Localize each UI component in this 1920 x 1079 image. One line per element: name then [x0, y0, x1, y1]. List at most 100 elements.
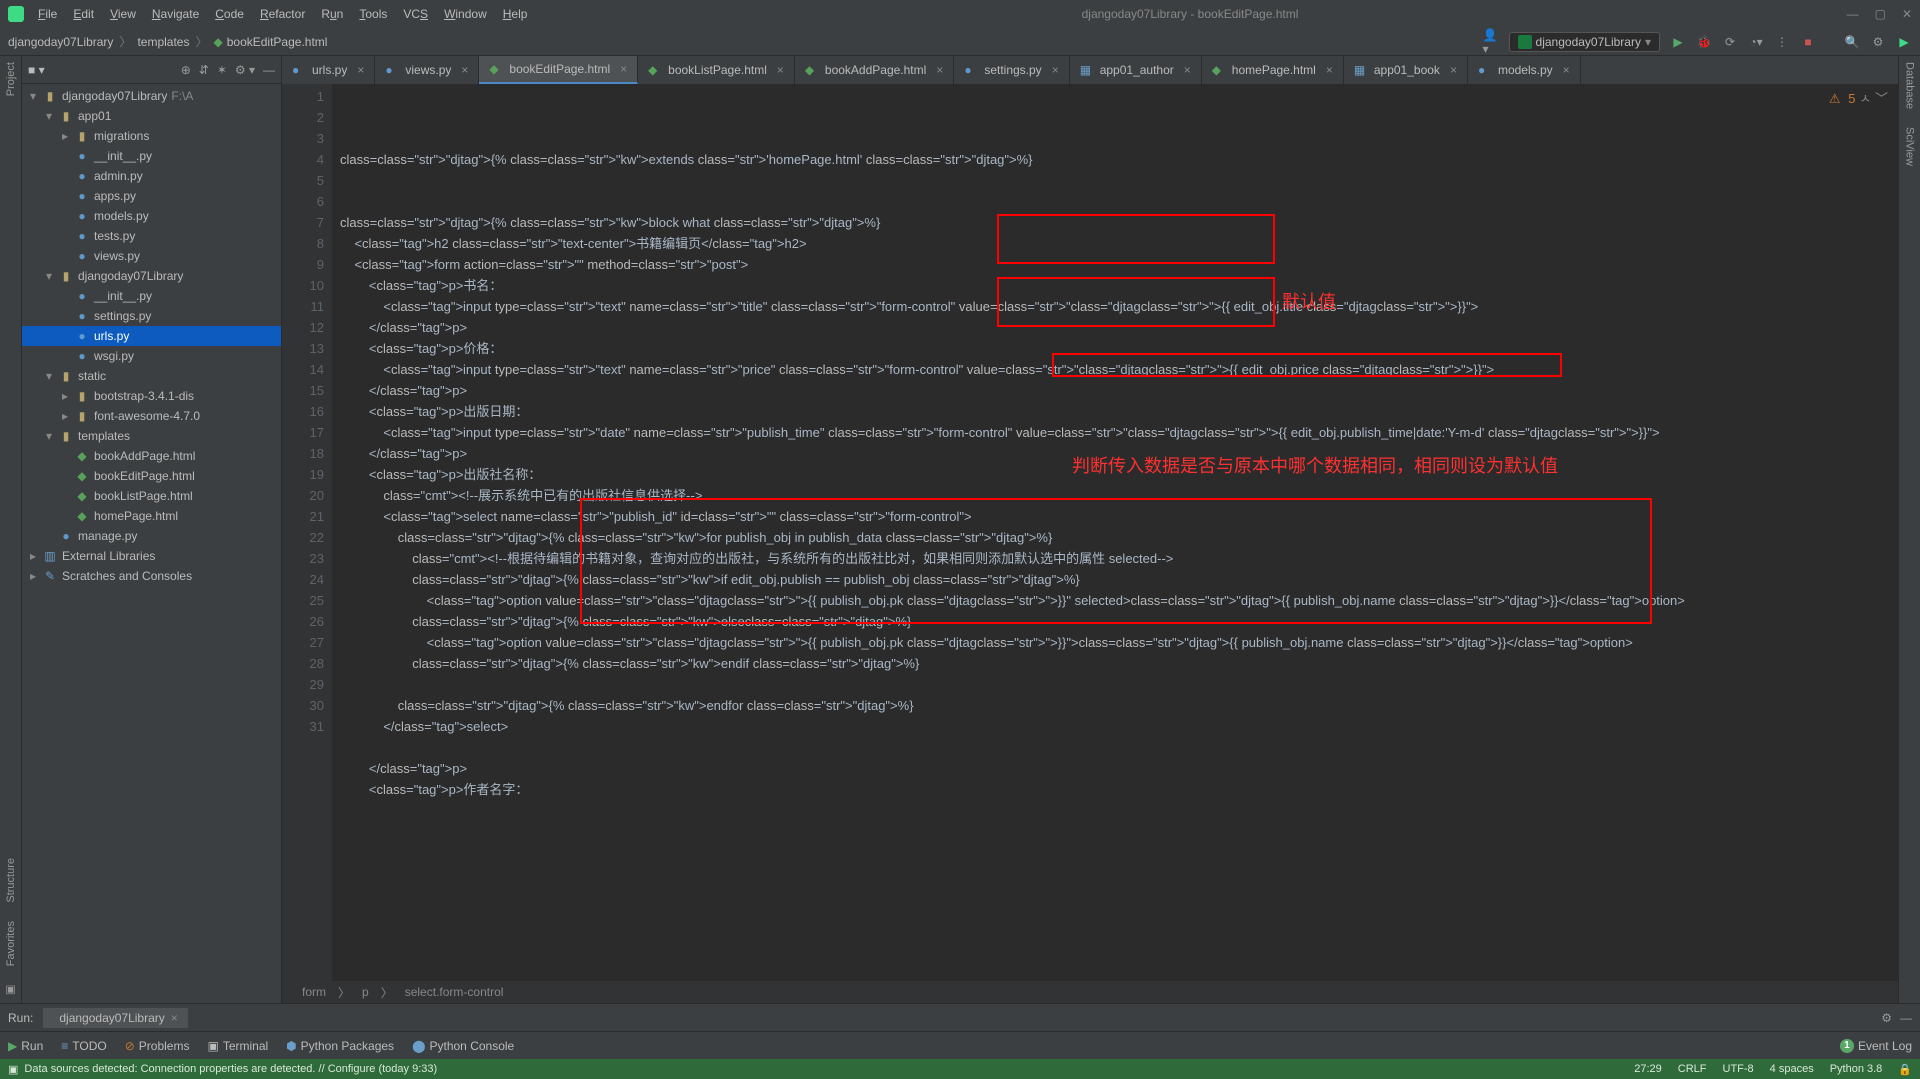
tree-item[interactable]: ●manage.py [22, 526, 281, 546]
editor-tab[interactable]: ●urls.py× [282, 56, 375, 84]
tree-item[interactable]: ●urls.py [22, 326, 281, 346]
python-packages-tool-button[interactable]: ⬢Python Packages [286, 1039, 394, 1053]
todo-tool-button[interactable]: ≡TODO [61, 1039, 106, 1053]
code-content[interactable]: ⚠ 5 ㅅ ﹀ class=class="str">"djtag">{% cla… [332, 84, 1898, 981]
cwm-icon[interactable]: ▶ [1896, 34, 1912, 50]
terminal-tool-button[interactable]: ▣Terminal [207, 1039, 268, 1053]
tree-item[interactable]: ●views.py [22, 246, 281, 266]
menu-vcs[interactable]: VCS [397, 4, 434, 24]
rail-build[interactable]: ▣ [4, 984, 17, 997]
settings-wheel-icon[interactable]: ⚙ ▾ [235, 63, 255, 77]
stop-button[interactable]: ■ [1800, 34, 1816, 50]
tree-item[interactable]: ●__init__.py [22, 146, 281, 166]
rail-structure[interactable]: Structure [5, 858, 17, 903]
python-interpreter[interactable]: Python 3.8 [1830, 1063, 1883, 1075]
minimize-button[interactable]: — [1847, 7, 1859, 21]
coverage-button[interactable]: ⟳ [1722, 34, 1738, 50]
tree-item[interactable]: ▾▮templates [22, 426, 281, 446]
menu-window[interactable]: Window [438, 4, 493, 24]
tree-item[interactable]: ▸✎Scratches and Consoles [22, 566, 281, 586]
status-hint-icon[interactable]: ▣ [8, 1063, 18, 1076]
attach-button[interactable]: ⋮ [1774, 34, 1790, 50]
tree-item[interactable]: ▸▥External Libraries [22, 546, 281, 566]
tree-item[interactable]: ●__init__.py [22, 286, 281, 306]
tree-item[interactable]: ◆bookAddPage.html [22, 446, 281, 466]
crumb-select[interactable]: select.form-control [405, 985, 504, 999]
crumb-form[interactable]: form [302, 985, 326, 999]
run-tab[interactable]: djangoday07Library × [43, 1008, 187, 1028]
tree-item[interactable]: ●admin.py [22, 166, 281, 186]
tree-item[interactable]: ▾▮djangoday07LibraryF:\A [22, 86, 281, 106]
editor-tab[interactable]: ●views.py× [375, 56, 479, 84]
tree-item[interactable]: ▾▮app01 [22, 106, 281, 126]
hide-panel-icon[interactable]: — [263, 63, 275, 77]
inspection-widget[interactable]: ⚠ 5 ㅅ ﹀ [1829, 88, 1888, 109]
python-console-tool-button[interactable]: ⬤Python Console [412, 1039, 514, 1053]
breadcrumb-folder[interactable]: templates [137, 35, 189, 49]
menu-tools[interactable]: Tools [353, 4, 393, 24]
rail-favorites[interactable]: Favorites [5, 921, 17, 966]
rail-project[interactable]: Project [5, 62, 17, 96]
breadcrumb-file[interactable]: ◆bookEditPage.html [213, 35, 327, 49]
maximize-button[interactable]: ▢ [1875, 7, 1886, 21]
rail-sciview[interactable]: SciView [1904, 127, 1916, 166]
editor-tab[interactable]: ◆bookAddPage.html× [795, 56, 954, 84]
tree-item[interactable]: ▸▮font-awesome-4.7.0 [22, 406, 281, 426]
menu-view[interactable]: View [104, 4, 142, 24]
menu-navigate[interactable]: Navigate [146, 4, 205, 24]
file-encoding[interactable]: UTF-8 [1723, 1063, 1754, 1075]
tree-item[interactable]: ▾▮static [22, 366, 281, 386]
menu-edit[interactable]: Edit [67, 4, 100, 24]
user-icon[interactable]: 👤▾ [1483, 34, 1499, 50]
editor-tab[interactable]: ◆bookListPage.html× [638, 56, 795, 84]
debug-button[interactable]: 🐞 [1696, 34, 1712, 50]
run-hide-icon[interactable]: — [1900, 1011, 1912, 1025]
editor-tab[interactable]: ▦app01_book× [1344, 56, 1468, 84]
code-editor[interactable]: 1234567891011121314151617181920212223242… [282, 84, 1898, 981]
editor-tab[interactable]: ●settings.py× [954, 56, 1069, 84]
problems-tool-button[interactable]: ⊘Problems [125, 1039, 190, 1053]
menu-file[interactable]: File [32, 4, 63, 24]
tree-item[interactable]: ●apps.py [22, 186, 281, 206]
tree-item[interactable]: ▾▮djangoday07Library [22, 266, 281, 286]
profile-button[interactable]: ◔▾ [1748, 34, 1764, 50]
tree-item[interactable]: ●models.py [22, 206, 281, 226]
tree-item[interactable]: ●wsgi.py [22, 346, 281, 366]
status-message[interactable]: Data sources detected: Connection proper… [24, 1063, 437, 1075]
tree-item[interactable]: ◆bookListPage.html [22, 486, 281, 506]
tree-item[interactable]: ●tests.py [22, 226, 281, 246]
tree-item[interactable]: ◆bookEditPage.html [22, 466, 281, 486]
project-tree[interactable]: ▾▮djangoday07LibraryF:\A▾▮app01▸▮migrati… [22, 84, 281, 1003]
breadcrumb-root[interactable]: djangoday07Library [8, 35, 113, 49]
tree-item[interactable]: ▸▮bootstrap-3.4.1-dis [22, 386, 281, 406]
event-log-button[interactable]: 1 Event Log [1840, 1039, 1912, 1053]
search-everywhere-icon[interactable]: 🔍 [1844, 34, 1860, 50]
editor-tab[interactable]: ◆bookEditPage.html× [479, 56, 638, 84]
run-tool-button[interactable]: ▶Run [8, 1039, 43, 1053]
menu-code[interactable]: Code [209, 4, 250, 24]
caret-position[interactable]: 27:29 [1634, 1063, 1662, 1075]
run-button[interactable]: ▶ [1670, 34, 1686, 50]
line-separator[interactable]: CRLF [1678, 1063, 1707, 1075]
editor-tab[interactable]: ◆homePage.html× [1202, 56, 1344, 84]
tree-item[interactable]: ▸▮migrations [22, 126, 281, 146]
rail-database[interactable]: Database [1904, 62, 1916, 109]
settings-icon[interactable]: ⚙ [1870, 34, 1886, 50]
menu-refactor[interactable]: Refactor [254, 4, 311, 24]
run-settings-icon[interactable]: ⚙ [1881, 1011, 1892, 1025]
editor-tab[interactable]: ●models.py× [1468, 56, 1581, 84]
readonly-lock-icon[interactable]: 🔒 [1898, 1063, 1912, 1076]
indent-setting[interactable]: 4 spaces [1770, 1063, 1814, 1075]
menu-help[interactable]: Help [497, 4, 534, 24]
tree-item[interactable]: ◆homePage.html [22, 506, 281, 526]
menu-run[interactable]: Run [315, 4, 349, 24]
editor-tab[interactable]: ▦app01_author× [1070, 56, 1202, 84]
crumb-p[interactable]: p [362, 985, 369, 999]
close-button[interactable]: ✕ [1902, 7, 1912, 21]
collapse-icon[interactable]: ✶ [217, 63, 227, 77]
project-view-selector[interactable]: ■ ▾ [28, 63, 45, 77]
expand-icon[interactable]: ⇵ [199, 63, 209, 77]
locate-icon[interactable]: ⊕ [181, 63, 191, 77]
run-config-selector[interactable]: djangoday07Library ▾ [1509, 32, 1660, 52]
tree-item[interactable]: ●settings.py [22, 306, 281, 326]
